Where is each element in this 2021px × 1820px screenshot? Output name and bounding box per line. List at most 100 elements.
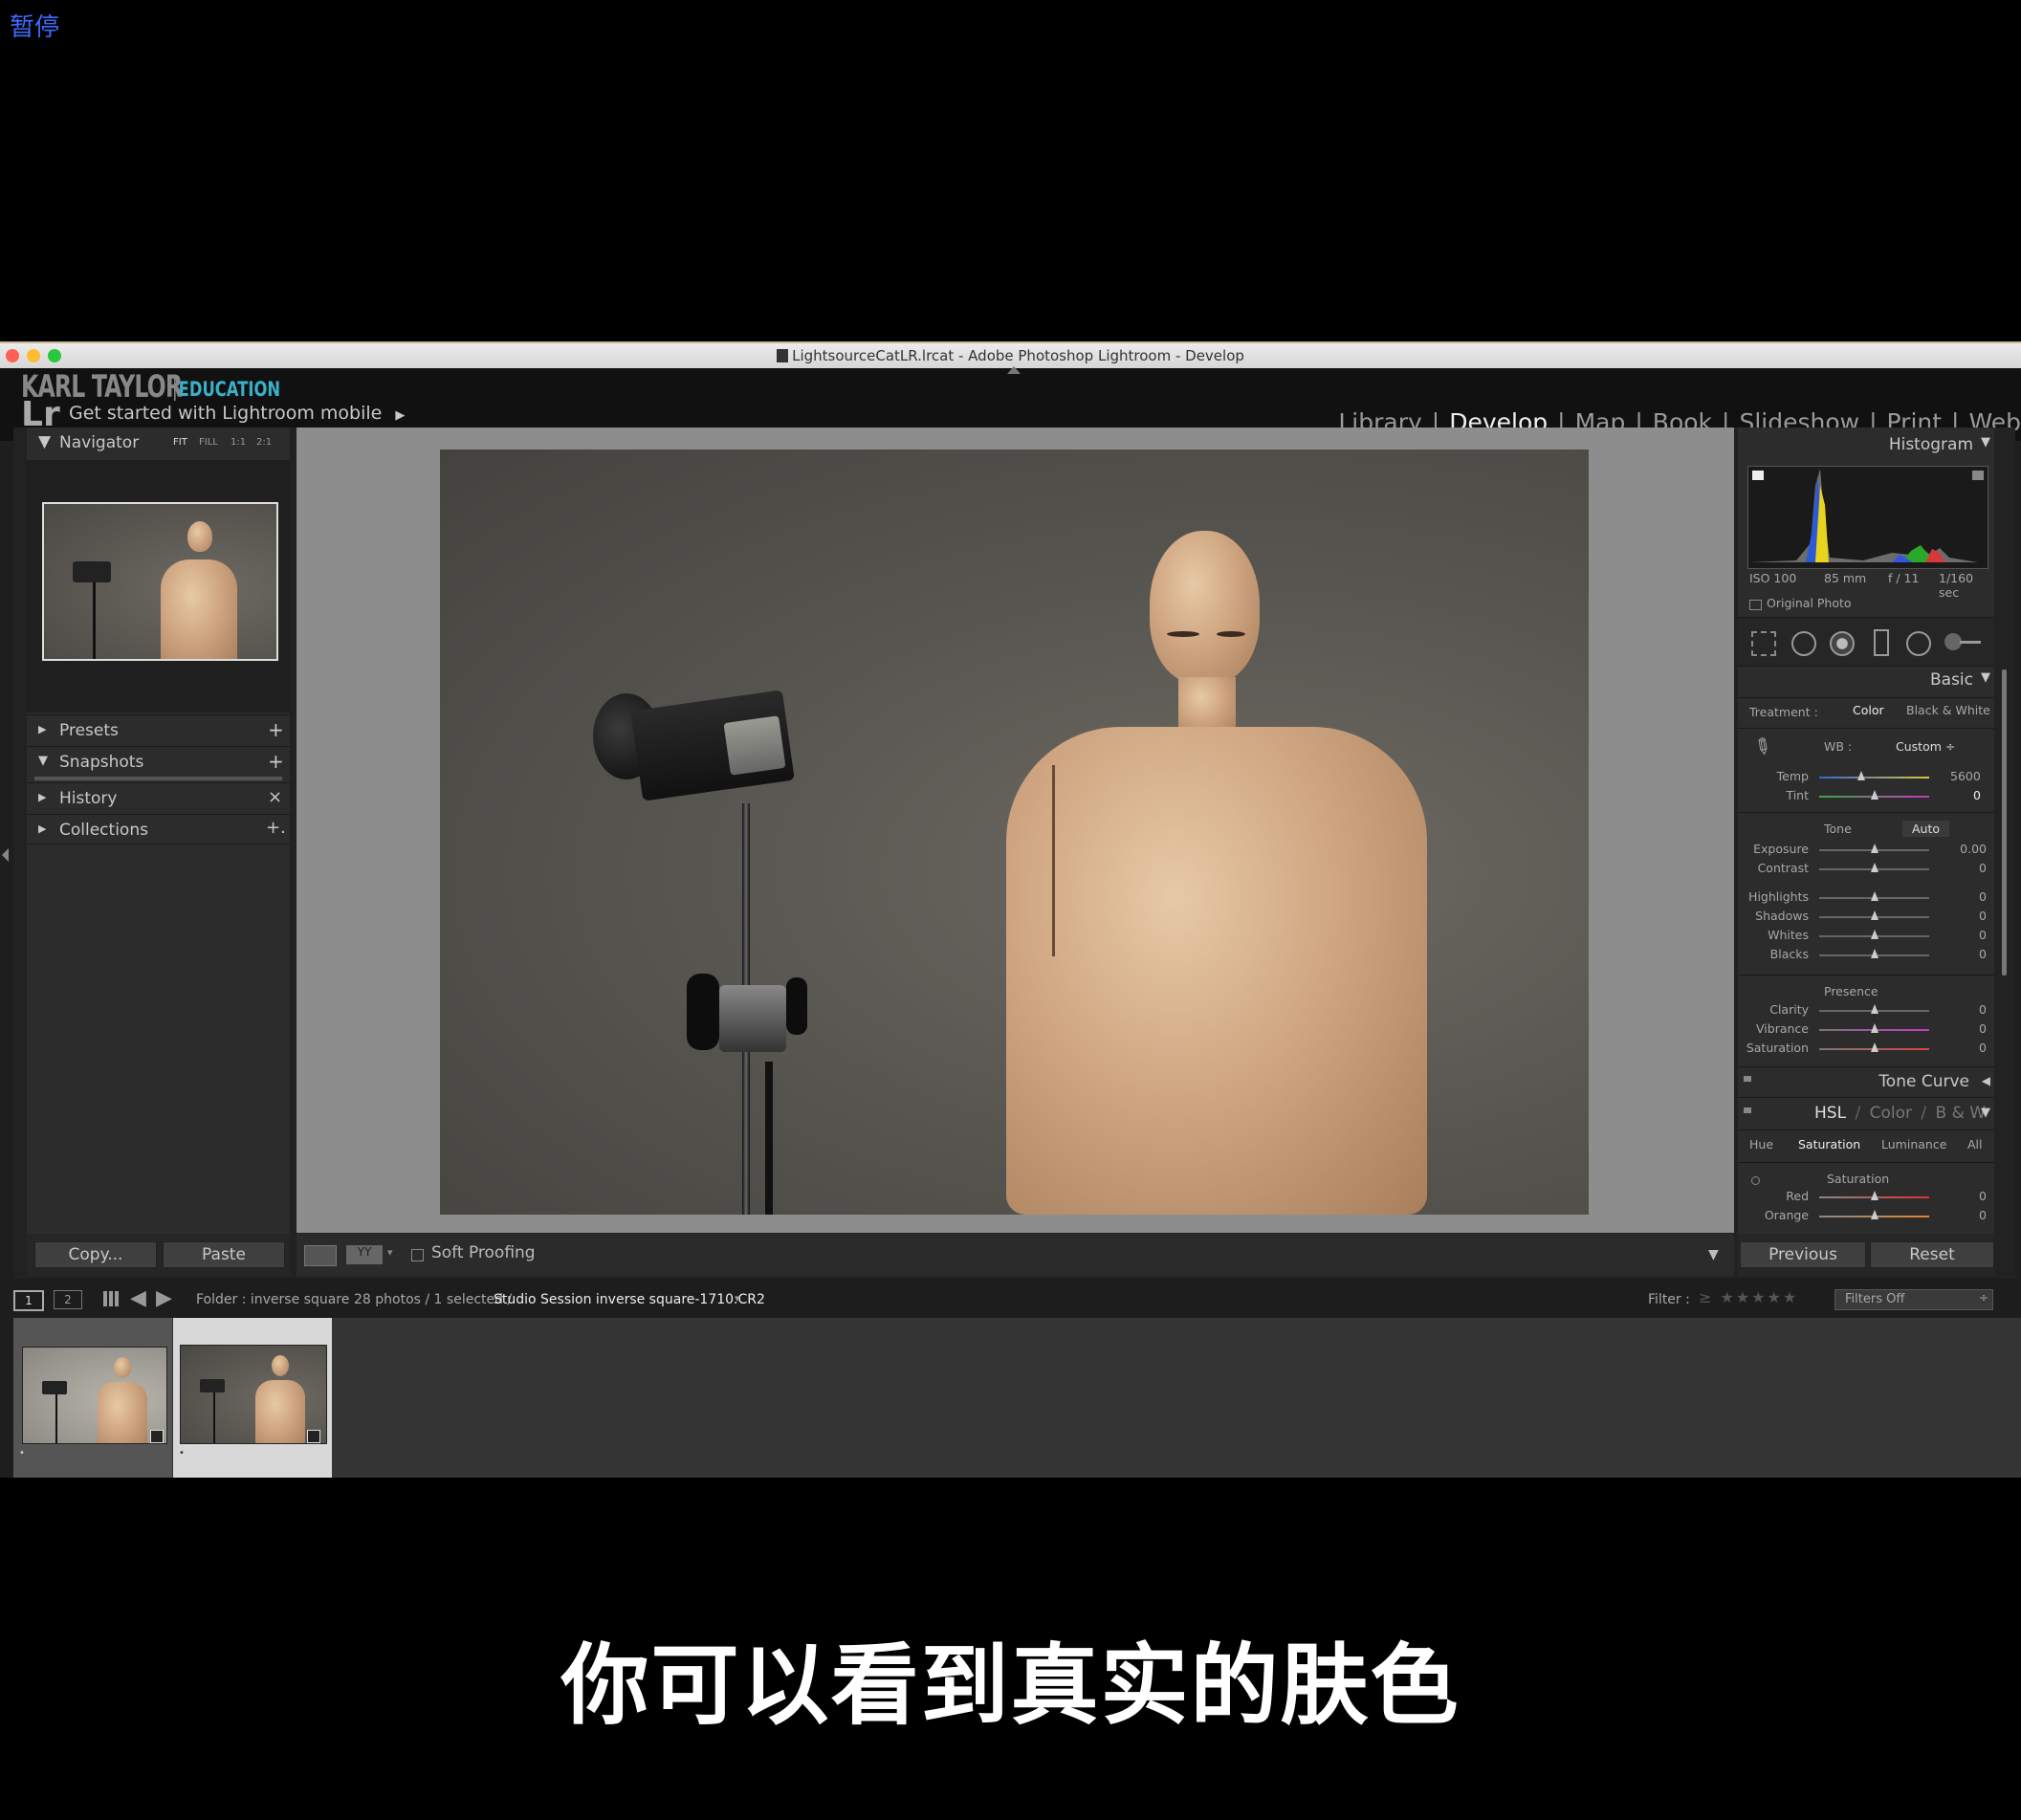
saturation-value[interactable]: 0 bbox=[1933, 1041, 1987, 1055]
add-snapshot-icon[interactable]: + bbox=[268, 750, 284, 773]
original-photo-checkbox[interactable] bbox=[1749, 600, 1762, 610]
exposure-value[interactable]: 0.00 bbox=[1933, 842, 1987, 856]
wb-select[interactable]: Custom ÷ bbox=[1896, 739, 1955, 754]
back-arrow-icon[interactable]: ◀ bbox=[130, 1286, 146, 1310]
zoom-2-1[interactable]: 2:1 bbox=[256, 437, 272, 448]
mobile-promo-link[interactable]: Get started with Lightroom mobile ▶ bbox=[69, 403, 405, 424]
disclosure-left-icon[interactable]: ◀ bbox=[1982, 1074, 1990, 1087]
history-section[interactable]: ▶ History × bbox=[27, 782, 290, 812]
navigator-header[interactable]: ▼ Navigator FIT FILL 1:1 2:1 bbox=[27, 428, 290, 456]
histogram-chart[interactable] bbox=[1747, 466, 1988, 569]
paste-button[interactable]: Paste bbox=[163, 1241, 285, 1268]
hsl-toggle-icon[interactable] bbox=[1744, 1107, 1751, 1113]
shadows-value[interactable]: 0 bbox=[1933, 909, 1987, 923]
hsl-subtab-luminance[interactable]: Luminance bbox=[1881, 1137, 1946, 1151]
tone-curve-toggle-icon[interactable] bbox=[1744, 1076, 1751, 1082]
reset-button[interactable]: Reset bbox=[1870, 1241, 1994, 1268]
snapshots-section[interactable]: ▼ Snapshots + bbox=[27, 746, 290, 776]
hsl-subtab-hue[interactable]: Hue bbox=[1749, 1137, 1773, 1151]
before-after-dropdown-icon[interactable]: ▾ bbox=[387, 1246, 393, 1259]
add-preset-icon[interactable]: + bbox=[268, 718, 284, 741]
contrast-value[interactable]: 0 bbox=[1933, 861, 1987, 875]
pause-label[interactable]: 暂停 bbox=[10, 8, 59, 43]
primary-window-button[interactable]: 1 bbox=[13, 1290, 44, 1311]
grid-view-icon[interactable] bbox=[103, 1291, 119, 1306]
whites-slider-knob[interactable] bbox=[1871, 930, 1878, 939]
temp-knob[interactable] bbox=[1857, 771, 1865, 780]
zoom-fill[interactable]: FILL bbox=[199, 437, 218, 448]
hsl-subtab-all[interactable]: All bbox=[1967, 1137, 1983, 1151]
blacks-value[interactable]: 0 bbox=[1933, 947, 1987, 961]
hsl-tab-hsl[interactable]: HSL bbox=[1814, 1104, 1846, 1123]
tint-knob[interactable] bbox=[1871, 790, 1878, 800]
rating-filter-stars[interactable]: ≥ ★★★★★ bbox=[1699, 1288, 1798, 1306]
highlight-clip-icon[interactable] bbox=[1972, 471, 1984, 480]
highlights-value[interactable]: 0 bbox=[1933, 889, 1987, 904]
zoom-fit[interactable]: FIT bbox=[173, 437, 187, 448]
auto-tone-button[interactable]: Auto bbox=[1902, 821, 1950, 837]
clarity-value[interactable]: 0 bbox=[1933, 1002, 1987, 1017]
basic-title[interactable]: Basic bbox=[1930, 670, 1973, 690]
main-photo[interactable] bbox=[440, 450, 1589, 1215]
red-eye-icon[interactable] bbox=[1830, 631, 1855, 656]
red-value[interactable]: 0 bbox=[1933, 1189, 1987, 1203]
file-dropdown-icon[interactable]: ▾ bbox=[735, 1292, 740, 1305]
folder-source[interactable]: Folder : inverse square bbox=[196, 1292, 349, 1307]
disclosure-down-icon[interactable]: ▼ bbox=[1981, 435, 1990, 450]
before-after-icon[interactable]: YY bbox=[346, 1245, 383, 1264]
adjustment-brush-icon[interactable] bbox=[1944, 631, 1983, 652]
filmstrip-thumbnail[interactable] bbox=[22, 1347, 167, 1444]
right-panel-scrollbar[interactable] bbox=[2002, 669, 2007, 976]
collections-section[interactable]: ▶ Collections +. bbox=[27, 814, 290, 844]
copy-button[interactable]: Copy... bbox=[34, 1241, 157, 1268]
add-collection-icon[interactable]: +. bbox=[266, 818, 286, 838]
contrast-slider-knob[interactable] bbox=[1871, 863, 1878, 872]
crop-tool-icon[interactable] bbox=[1751, 631, 1776, 656]
whites-value[interactable]: 0 bbox=[1933, 928, 1987, 942]
radial-filter-icon[interactable] bbox=[1906, 631, 1931, 656]
blacks-slider-knob[interactable] bbox=[1871, 949, 1878, 958]
filmstrip-cell[interactable]: • bbox=[13, 1318, 172, 1478]
shadows-slider-knob[interactable] bbox=[1871, 910, 1878, 920]
selected-file-name[interactable]: Studio Session inverse square-1710.CR2 bbox=[494, 1292, 765, 1307]
loupe-view-icon[interactable] bbox=[304, 1245, 337, 1266]
navigator-thumbnail[interactable] bbox=[42, 502, 278, 661]
white-balance-eyedropper-icon[interactable]: ✎ bbox=[1747, 733, 1775, 762]
shadow-clip-icon[interactable] bbox=[1752, 471, 1764, 480]
previous-button[interactable]: Previous bbox=[1740, 1241, 1866, 1268]
filmstrip-cell-selected[interactable]: • bbox=[173, 1318, 332, 1478]
hsl-tab-bw[interactable]: B & W bbox=[1936, 1104, 1987, 1123]
filmstrip-thumbnail[interactable] bbox=[180, 1345, 327, 1444]
temp-value[interactable]: 5600 bbox=[1950, 769, 1981, 783]
forward-arrow-icon[interactable]: ▶ bbox=[156, 1286, 172, 1310]
clear-history-icon[interactable]: × bbox=[268, 787, 282, 807]
filter-preset-select[interactable]: Filters Off ÷ bbox=[1834, 1289, 1993, 1310]
hsl-tab-color[interactable]: Color bbox=[1870, 1104, 1912, 1123]
saturation-slider-knob[interactable] bbox=[1871, 1042, 1878, 1052]
treatment-bw[interactable]: Black & White bbox=[1906, 703, 1990, 717]
tone-curve-title[interactable]: Tone Curve bbox=[1878, 1072, 1969, 1091]
temp-track[interactable] bbox=[1819, 777, 1929, 778]
targeted-adjustment-icon[interactable] bbox=[1751, 1176, 1760, 1185]
treatment-color[interactable]: Color bbox=[1853, 703, 1884, 717]
orange-slider-knob[interactable] bbox=[1871, 1210, 1878, 1219]
left-panel-toggle-icon[interactable] bbox=[2, 848, 9, 862]
exposure-slider-knob[interactable] bbox=[1871, 844, 1878, 853]
hsl-subtab-saturation[interactable]: Saturation bbox=[1798, 1137, 1860, 1151]
disclosure-down-icon[interactable]: ▼ bbox=[1981, 1106, 1990, 1120]
soft-proofing-checkbox[interactable] bbox=[411, 1249, 424, 1261]
toolbar-options-icon[interactable]: ▼ bbox=[1708, 1247, 1719, 1262]
highlights-slider-knob[interactable] bbox=[1871, 891, 1878, 901]
spot-removal-icon[interactable] bbox=[1791, 631, 1816, 656]
navigator-preview[interactable] bbox=[27, 460, 290, 713]
histogram-title[interactable]: Histogram bbox=[1889, 435, 1973, 454]
vibrance-slider-knob[interactable] bbox=[1871, 1023, 1878, 1033]
collapse-top-panel-icon[interactable] bbox=[1007, 366, 1021, 374]
vibrance-value[interactable]: 0 bbox=[1933, 1021, 1987, 1036]
tint-value[interactable]: 0 bbox=[1973, 788, 1981, 802]
orange-value[interactable]: 0 bbox=[1933, 1208, 1987, 1222]
secondary-window-button[interactable]: 2 bbox=[54, 1290, 82, 1309]
zoom-1-1[interactable]: 1:1 bbox=[231, 437, 246, 448]
red-slider-knob[interactable] bbox=[1871, 1191, 1878, 1200]
presets-section[interactable]: ▶ Presets + bbox=[27, 714, 290, 744]
